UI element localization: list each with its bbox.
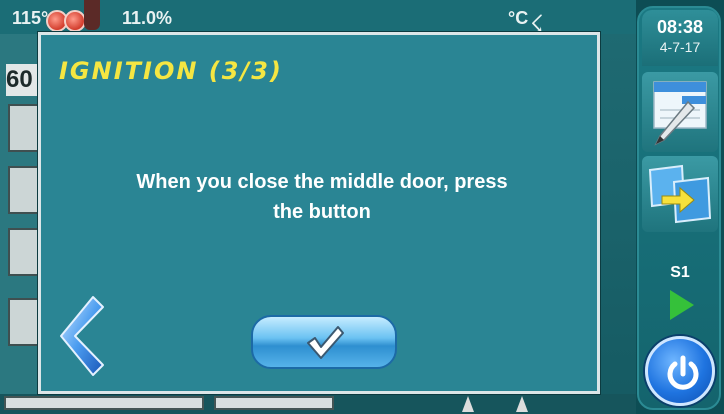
clock-date: 4-7-17 [659, 39, 701, 55]
thermometer-icon [84, 0, 100, 30]
window-switch-icon [648, 164, 712, 224]
play-icon [670, 290, 694, 320]
back-button[interactable] [57, 295, 105, 377]
power-button[interactable] [645, 336, 715, 406]
tank-slot [8, 228, 40, 276]
chevron-left-icon [60, 296, 104, 376]
dialog-message-line1: When you close the middle door, press [136, 171, 508, 193]
edit-notes-button[interactable] [642, 72, 718, 152]
power-icon [667, 355, 699, 390]
dialog-message-line2: the button [273, 201, 371, 223]
notes-edit-icon [653, 81, 707, 146]
clock-time: 08:38 [656, 17, 704, 37]
bottom-box [4, 396, 204, 410]
clock: 08:38 4-7-17 [642, 10, 718, 66]
tank-slot [8, 166, 40, 214]
tank-slot [8, 298, 40, 346]
flame-icon [64, 10, 86, 32]
dialog-title: IGNITION (3/3) [59, 57, 283, 85]
checkmark-icon [307, 326, 344, 359]
schedule-label: S1 [670, 264, 690, 281]
confirm-button[interactable] [251, 315, 397, 369]
schedule-s1-button[interactable]: S1 [642, 254, 718, 334]
bottom-box [214, 396, 334, 410]
power-percent: 11.0% [122, 8, 173, 28]
large-value: 60 [6, 64, 42, 96]
outdoor-temperature-unit: °C [508, 8, 529, 28]
ignition-dialog: IGNITION (3/3) When you close the middle… [38, 32, 600, 394]
switch-view-button[interactable] [642, 156, 718, 232]
tank-slot [8, 104, 40, 152]
dialog-message: When you close the middle door, press th… [41, 167, 603, 227]
